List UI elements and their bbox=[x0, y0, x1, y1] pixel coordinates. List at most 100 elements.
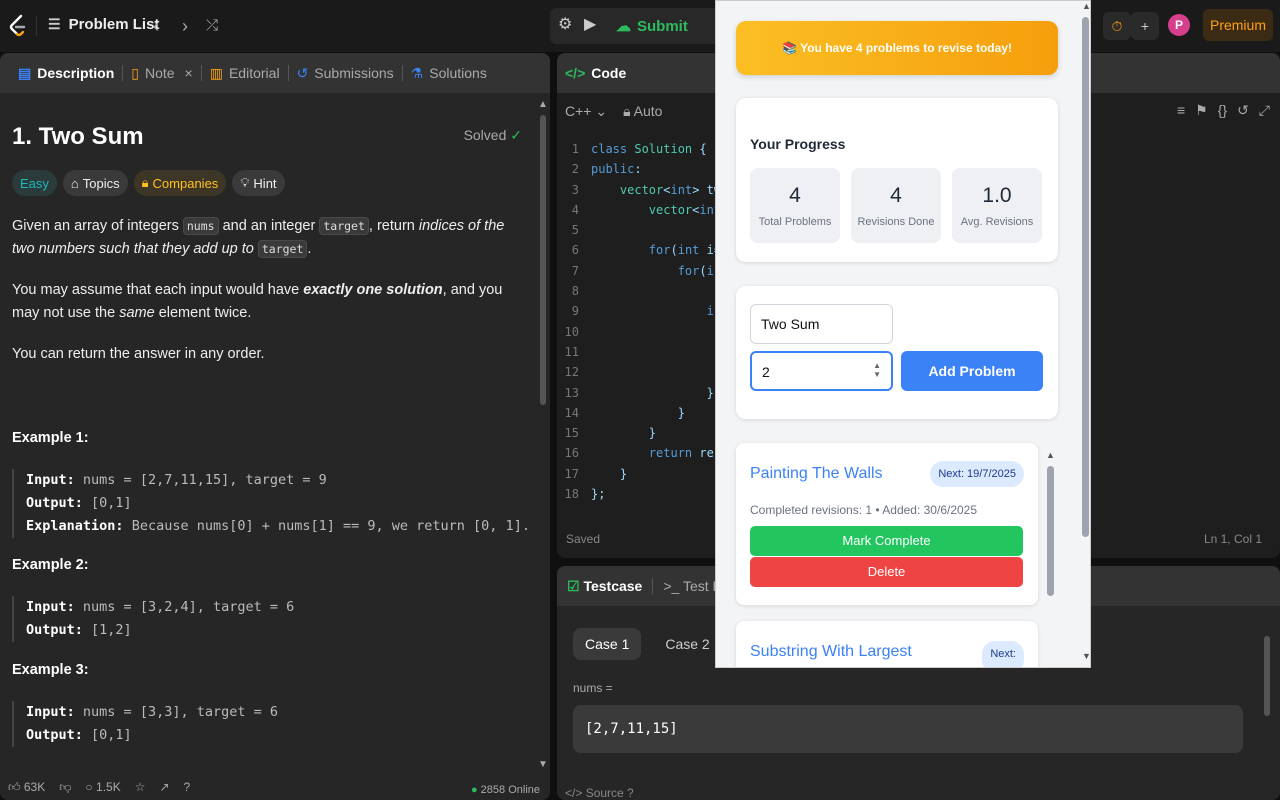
tab-testcase[interactable]: ☑ Testcase bbox=[567, 578, 642, 595]
add-friend-icon[interactable]: + bbox=[1131, 12, 1159, 40]
format-icon[interactable]: ≡ bbox=[1177, 102, 1185, 119]
code-text: } bbox=[591, 405, 685, 420]
history-icon: ↺ bbox=[296, 64, 309, 81]
delete-button[interactable]: Delete bbox=[750, 557, 1023, 587]
chevron-down-icon: ⌄ bbox=[595, 102, 608, 119]
add-problem-button[interactable]: Add Problem bbox=[901, 351, 1043, 391]
code-text: for(int bbox=[677, 263, 729, 278]
submit-button[interactable]: ☁ Submit bbox=[612, 8, 692, 44]
example-input: nums = [3,3], target = 6 bbox=[82, 704, 278, 720]
difficulty-badge: Easy bbox=[12, 170, 57, 196]
code-line: 13 } bbox=[557, 383, 728, 403]
check-circle-icon: ✓ bbox=[510, 127, 522, 143]
explanation-label: Explanation: bbox=[26, 518, 124, 534]
star-icon[interactable]: ☆ bbox=[135, 780, 146, 794]
scrollbar[interactable] bbox=[1264, 636, 1270, 716]
help-icon[interactable]: ? bbox=[184, 780, 191, 794]
code-line: 5 bbox=[557, 220, 728, 240]
comments-button[interactable]: ○ 1.5K bbox=[85, 780, 120, 794]
list-scrollbar[interactable] bbox=[1047, 466, 1054, 596]
document-icon: ▤ bbox=[18, 64, 32, 81]
description-paragraph: You can return the answer in any order. bbox=[12, 346, 265, 362]
popup-scrollbar[interactable] bbox=[1082, 17, 1089, 537]
code-text: public: bbox=[591, 162, 642, 177]
text: You may assume that each input would hav… bbox=[12, 282, 304, 298]
braces-icon[interactable]: {} bbox=[1218, 102, 1227, 119]
companies-tag[interactable]: 🔒︎ Companies bbox=[133, 170, 227, 196]
close-icon[interactable]: × bbox=[185, 65, 193, 81]
scroll-up-icon[interactable]: ▲ bbox=[538, 99, 548, 110]
hint-tag[interactable]: 💡︎ Hint bbox=[232, 170, 285, 196]
debug-icon[interactable]: ⚙ bbox=[558, 14, 572, 34]
tab-solutions[interactable]: ⚗ Solutions bbox=[403, 65, 495, 82]
like-button[interactable]: 👍︎ 63K bbox=[8, 780, 45, 795]
auto-mode[interactable]: 🔒︎ Auto bbox=[623, 103, 662, 120]
lock-icon: 🔒︎ bbox=[623, 102, 631, 119]
shuffle-icon[interactable]: ⤮ bbox=[200, 14, 224, 38]
revisions-stepper[interactable]: 2 ▲ ▼ bbox=[750, 351, 893, 391]
scrollbar[interactable] bbox=[540, 115, 546, 405]
code-line: 11 bbox=[557, 342, 728, 362]
code-text: } bbox=[591, 385, 714, 400]
code-line: 12 bbox=[557, 362, 728, 382]
topics-tag[interactable]: ⌂ Topics bbox=[62, 170, 128, 196]
solved-label: Solved bbox=[463, 127, 507, 143]
divider bbox=[36, 16, 37, 36]
example-output: [0,1] bbox=[91, 495, 132, 511]
line-number: 12 bbox=[564, 365, 579, 380]
code-line: 10 bbox=[557, 322, 728, 342]
case-2-tab[interactable]: Case 2 bbox=[653, 628, 721, 660]
problem-card: Painting The Walls Next: 19/7/2025 Compl… bbox=[736, 443, 1038, 605]
bookmark-icon[interactable]: ⚑ bbox=[1195, 102, 1208, 119]
nums-input[interactable]: [2,7,11,15] bbox=[573, 705, 1243, 753]
like-count: 63K bbox=[23, 779, 46, 794]
problem-name-link[interactable]: Substring With Largest bbox=[750, 643, 912, 661]
line-number: 10 bbox=[564, 324, 579, 339]
problem-list-button[interactable]: ☰ Problem List bbox=[48, 16, 159, 33]
input-label: Input: bbox=[26, 704, 75, 720]
problem-name-input[interactable]: Two Sum bbox=[750, 304, 893, 344]
description-tabs: ▤ Description ▯ Note × ▥ Editorial ↺ Sub… bbox=[0, 53, 550, 93]
tab-note[interactable]: ▯ Note × bbox=[123, 65, 200, 82]
problem-name-link[interactable]: Painting The Walls bbox=[750, 465, 883, 483]
premium-button[interactable]: Premium bbox=[1203, 9, 1273, 41]
scroll-up-icon[interactable]: ▲ bbox=[1046, 450, 1055, 460]
dislike-icon[interactable]: 👎︎ bbox=[59, 780, 71, 795]
tab-editorial[interactable]: ▥ Editorial bbox=[202, 65, 288, 82]
scroll-up-icon[interactable]: ▲ bbox=[1082, 1, 1090, 11]
stepper-value: 2 bbox=[762, 364, 770, 380]
tab-description[interactable]: ▤ Description bbox=[10, 65, 122, 82]
stat-total-problems: 4 Total Problems bbox=[750, 168, 840, 243]
revision-banner: 📚 You have 4 problems to revise today! bbox=[736, 21, 1058, 75]
timer-icon[interactable]: ⏱ bbox=[1103, 12, 1131, 40]
stepper-arrows-icon[interactable]: ▲ ▼ bbox=[873, 361, 881, 379]
line-number: 14 bbox=[564, 405, 579, 420]
strong-text: exactly one solution bbox=[303, 282, 443, 298]
case-1-tab[interactable]: Case 1 bbox=[573, 628, 642, 660]
progress-card: Your Progress 4 Total Problems 4 Revisio… bbox=[736, 98, 1058, 262]
code-editor[interactable]: 1 class Solution {2 public: 3 vector<int> t… bbox=[557, 139, 729, 504]
scroll-down-icon[interactable]: ▼ bbox=[1082, 651, 1090, 661]
source-footer[interactable]: </> Source ? bbox=[565, 786, 634, 800]
line-number: 18 bbox=[564, 487, 579, 502]
nums-label: nums = bbox=[573, 681, 613, 695]
run-icon[interactable]: ▶ bbox=[584, 14, 596, 34]
language-select[interactable]: C++ ⌄ bbox=[565, 103, 607, 120]
text: element twice. bbox=[154, 305, 252, 321]
share-icon[interactable]: ↗ bbox=[159, 780, 169, 794]
text: . bbox=[307, 241, 312, 257]
tab-submissions[interactable]: ↺ Submissions bbox=[289, 65, 402, 82]
code-icon: </> bbox=[565, 65, 586, 81]
example-output: [1,2] bbox=[91, 622, 132, 638]
reset-icon[interactable]: ↺ bbox=[1237, 102, 1249, 119]
leetcode-logo-icon[interactable] bbox=[8, 14, 28, 38]
prev-problem-icon[interactable]: ‹ bbox=[144, 14, 168, 38]
avatar[interactable]: P bbox=[1168, 14, 1190, 36]
line-number: 2 bbox=[571, 162, 579, 177]
scroll-down-icon[interactable]: ▼ bbox=[538, 759, 548, 770]
divider bbox=[652, 578, 654, 594]
next-problem-icon[interactable]: › bbox=[173, 14, 197, 38]
expand-icon[interactable]: ⤢ bbox=[1259, 102, 1270, 119]
mark-complete-button[interactable]: Mark Complete bbox=[750, 526, 1023, 556]
online-count: ● 2858 Online bbox=[470, 784, 540, 796]
